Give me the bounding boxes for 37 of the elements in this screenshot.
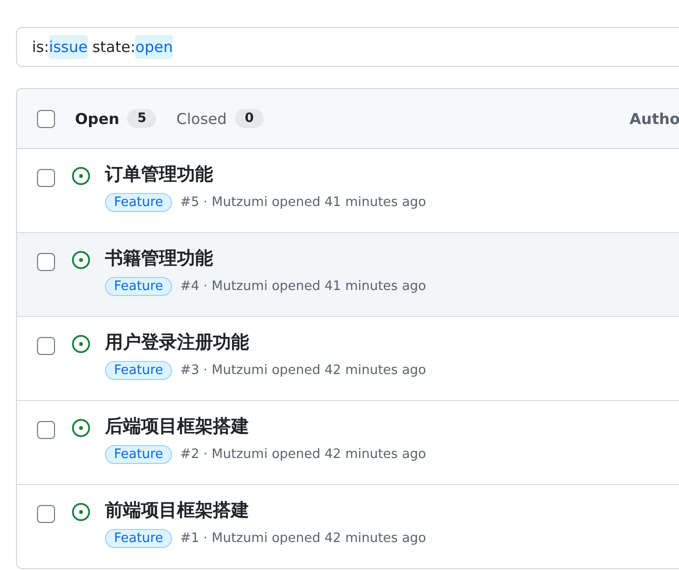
issue-checkbox[interactable]: [37, 337, 55, 355]
issue-meta: #1 · Mutzumi opened 42 minutes ago: [180, 531, 426, 546]
qualifier-value: issue: [49, 35, 88, 59]
issue-title[interactable]: 用户登录注册功能: [105, 331, 426, 355]
qualifier-key: is:: [32, 35, 50, 59]
issue-checkbox[interactable]: [37, 169, 55, 187]
issue-label[interactable]: Feature: [105, 361, 172, 380]
open-issue-icon: [71, 166, 91, 186]
open-issue-icon: [71, 334, 91, 354]
column-3-filter[interactable]: Autho: [630, 110, 679, 128]
select-all-checkbox[interactable]: [37, 110, 55, 128]
issue-title[interactable]: 书籍管理功能: [105, 247, 426, 271]
issue-checkbox[interactable]: [37, 505, 55, 523]
state-tab[interactable]: Closed 0: [176, 109, 264, 128]
issue-meta: #4 · Mutzumi opened 41 minutes ago: [180, 279, 426, 294]
issue-label[interactable]: Feature: [105, 529, 172, 548]
issue-label[interactable]: Feature: [105, 445, 172, 464]
issue-title[interactable]: 后端项目框架搭建: [105, 415, 426, 439]
state-tab[interactable]: Open 5: [75, 109, 156, 128]
issue-title[interactable]: 订单管理功能: [105, 163, 426, 187]
issue-meta: #3 · Mutzumi opened 42 minutes ago: [180, 363, 426, 378]
count-badge: 0: [234, 109, 264, 128]
issue-checkbox[interactable]: [37, 253, 55, 271]
issue-meta: #5 · Mutzumi opened 41 minutes ago: [180, 195, 426, 210]
open-issue-icon: [71, 250, 91, 270]
issue-meta: #2 · Mutzumi opened 42 minutes ago: [180, 447, 426, 462]
issue-label[interactable]: Feature: [105, 193, 172, 212]
qualifier-value: open: [135, 35, 173, 59]
count-badge: 5: [127, 109, 156, 128]
issue-title[interactable]: 前端项目框架搭建: [105, 499, 426, 523]
qualifier-key: state:: [88, 35, 136, 59]
issue-row[interactable]: 书籍管理功能 Feature #4 · Mutzumi opened 41 minutes ago: [17, 233, 679, 317]
search-field[interactable]: is:issue state:open: [16, 27, 679, 67]
open-issue-icon: [71, 418, 91, 438]
issue-checkbox[interactable]: [37, 421, 55, 439]
open-issue-icon: [71, 502, 91, 522]
issue-label[interactable]: Feature: [105, 277, 172, 296]
